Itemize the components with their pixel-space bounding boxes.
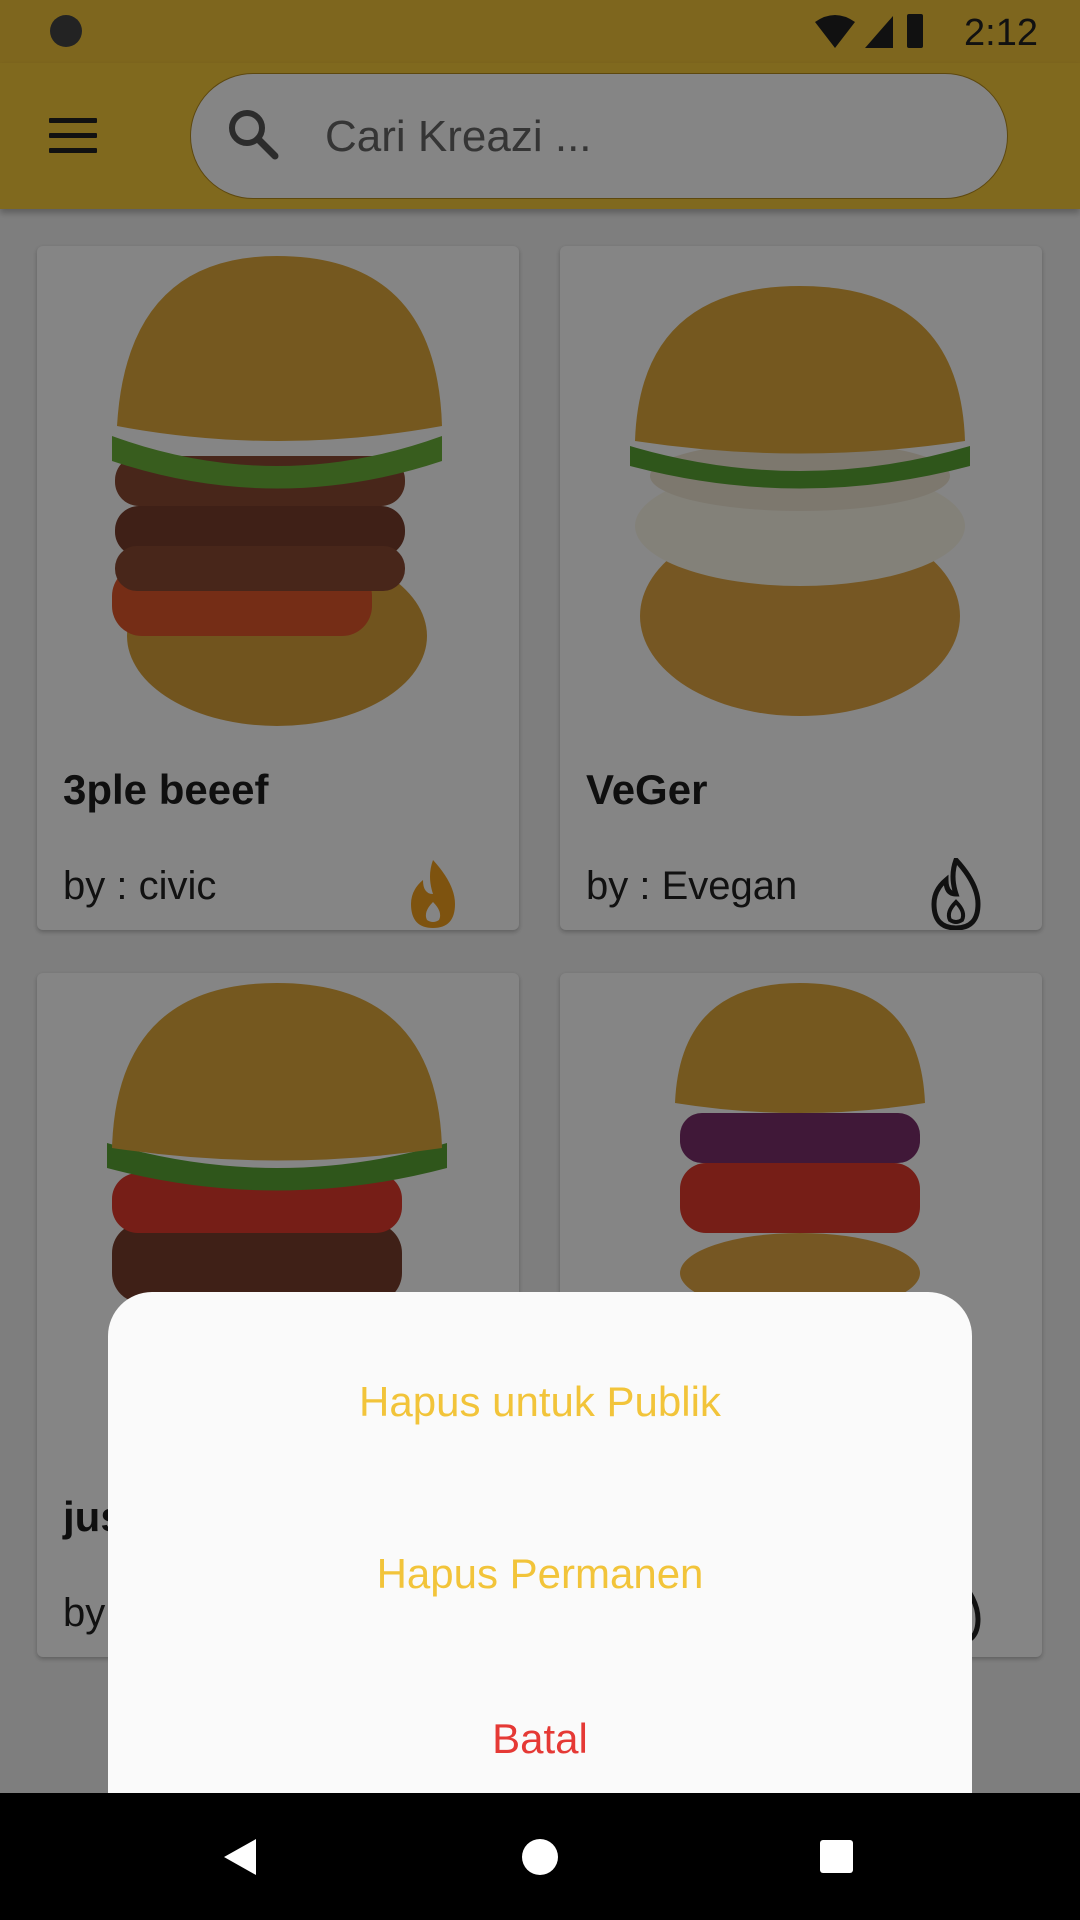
cancel-button[interactable]: Batal (108, 1715, 972, 1763)
action-sheet: Hapus untuk Publik Hapus Permanen Batal (108, 1292, 972, 1793)
recents-icon[interactable] (820, 1840, 853, 1873)
delete-public-button[interactable]: Hapus untuk Publik (108, 1378, 972, 1426)
home-icon[interactable] (522, 1839, 558, 1875)
back-icon[interactable] (222, 1837, 258, 1877)
delete-permanent-button[interactable]: Hapus Permanen (108, 1550, 972, 1598)
navigation-bar (0, 1793, 1080, 1920)
